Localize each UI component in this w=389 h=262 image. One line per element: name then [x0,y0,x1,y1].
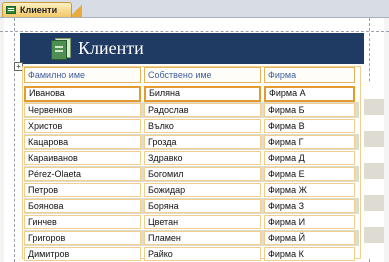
table-row: Христов Вълко Фирма В [24,118,359,134]
address-book-icon [51,37,71,60]
company-field[interactable]: Фирма Й [264,231,355,245]
first-name-field[interactable]: Богомил [144,167,261,181]
last-name-field[interactable]: Pérez-Olaeta [24,167,141,181]
last-name-field[interactable]: Гинчев [24,215,141,229]
tab-notch [72,2,82,17]
first-name-field[interactable]: Вълко [144,119,261,133]
form-header: Клиенти [20,33,364,64]
last-name-field[interactable]: Христов [24,119,141,133]
table-row: Димитров Райко Фирма К [24,246,359,262]
company-field[interactable]: Фирма К [264,247,355,261]
company-field[interactable]: Фирма В [264,119,355,133]
column-label-company[interactable]: Фирма [264,67,355,83]
last-name-field[interactable]: Червенков [24,103,141,117]
last-name-field[interactable]: Димитров [24,247,141,261]
company-field[interactable]: Фирма Г [264,135,355,149]
first-name-field[interactable]: Цветан [144,215,261,229]
first-name-field[interactable]: Пламен [144,231,261,245]
last-name-field[interactable]: Караиванов [24,151,141,165]
column-label-first-name[interactable]: Собствено име [144,67,261,83]
last-name-field[interactable]: Григоров [24,231,141,245]
customer-table: Фамилно име Собствено име Фирма Иванова Б… [24,67,359,262]
company-field[interactable]: Фирма Е [264,167,355,181]
form-icon [6,6,16,14]
layout-selector-handle[interactable]: + [14,62,23,71]
first-name-field[interactable]: Боряна [144,199,261,213]
document-tab-strip: Клиенти [0,0,389,18]
first-name-field[interactable]: Грозда [144,135,261,149]
layout-guide [0,31,389,32]
last-name-field[interactable]: Кацарова [24,135,141,149]
table-row: Караиванов Здравко Фирма Д [24,150,359,166]
table-row: Боянова Боряна Фирма З [24,198,359,214]
table-row: Червенков Радослав Фирма Б [24,102,359,118]
first-name-field[interactable]: Райко [144,247,261,261]
company-field[interactable]: Фирма Б [264,103,355,117]
last-name-field[interactable]: Петров [24,183,141,197]
form-title[interactable]: Клиенти [78,38,144,59]
company-field[interactable]: Фирма И [264,215,355,229]
first-name-field[interactable]: Божидар [144,183,261,197]
company-field[interactable]: Фирма Ж [264,183,355,197]
table-row: Петров Божидар Фирма Ж [24,182,359,198]
table-row: Иванова Биляна Фирма А [24,86,359,102]
table-row: Григоров Пламен Фирма Й [24,230,359,246]
column-label-last-name[interactable]: Фамилно име [24,67,141,83]
first-name-field[interactable]: Биляна [144,86,261,102]
document-tab-klienti[interactable]: Клиенти [2,2,72,17]
company-field[interactable]: Фирма Д [264,151,355,165]
company-field[interactable]: Фирма А [264,86,355,102]
document-tab-label: Клиенти [20,5,58,15]
last-name-field[interactable]: Иванова [24,86,141,102]
last-name-field[interactable]: Боянова [24,199,141,213]
company-field[interactable]: Фирма З [264,199,355,213]
first-name-field[interactable]: Здравко [144,151,261,165]
layout-guide [14,18,15,262]
row-shading-extension [364,83,384,259]
table-row: Кацарова Грозда Фирма Г [24,134,359,150]
first-name-field[interactable]: Радослав [144,103,261,117]
table-row: Pérez-Olaeta Богомил Фирма Е [24,166,359,182]
table-row: Гинчев Цветан Фирма И [24,214,359,230]
